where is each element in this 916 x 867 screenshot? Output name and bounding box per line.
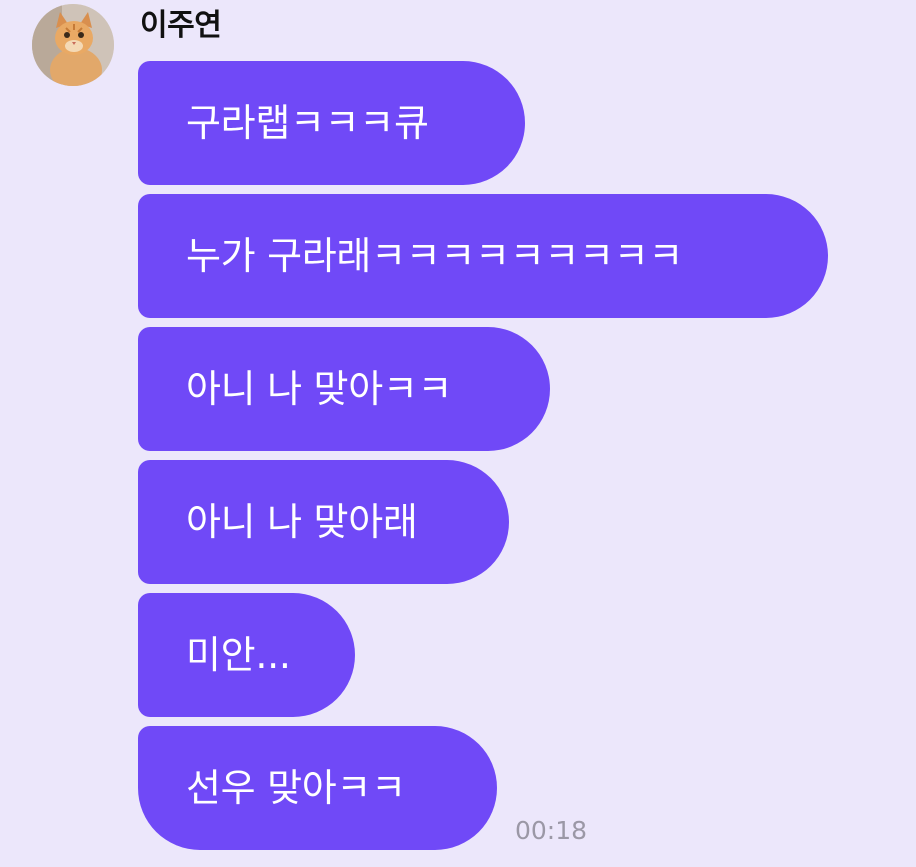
message-text: 선우 맞아ㅋㅋ	[186, 766, 406, 810]
message-bubble[interactable]: 구라랩ㅋㅋㅋ큐	[138, 61, 525, 185]
message-bubble[interactable]: 미안...	[138, 593, 355, 717]
message-text: 구라랩ㅋㅋㅋ큐	[186, 101, 429, 145]
sender-name: 이주연	[140, 8, 222, 43]
message-text: 아니 나 맞아ㅋㅋ	[186, 367, 453, 411]
message-bubble[interactable]: 아니 나 맞아래	[138, 460, 509, 584]
message-text: 미안...	[186, 633, 291, 677]
message-bubble[interactable]: 선우 맞아ㅋㅋ	[138, 726, 497, 850]
cat-avatar-icon	[32, 4, 114, 86]
message-text: 누가 구라래ㅋㅋㅋㅋㅋㅋㅋㅋㅋ	[186, 234, 684, 278]
sender-avatar[interactable]	[32, 4, 114, 86]
message-bubble[interactable]: 누가 구라래ㅋㅋㅋㅋㅋㅋㅋㅋㅋ	[138, 194, 828, 318]
message-bubble[interactable]: 아니 나 맞아ㅋㅋ	[138, 327, 550, 451]
message-timestamp: 00:18	[515, 816, 588, 845]
message-text: 아니 나 맞아래	[186, 500, 418, 544]
